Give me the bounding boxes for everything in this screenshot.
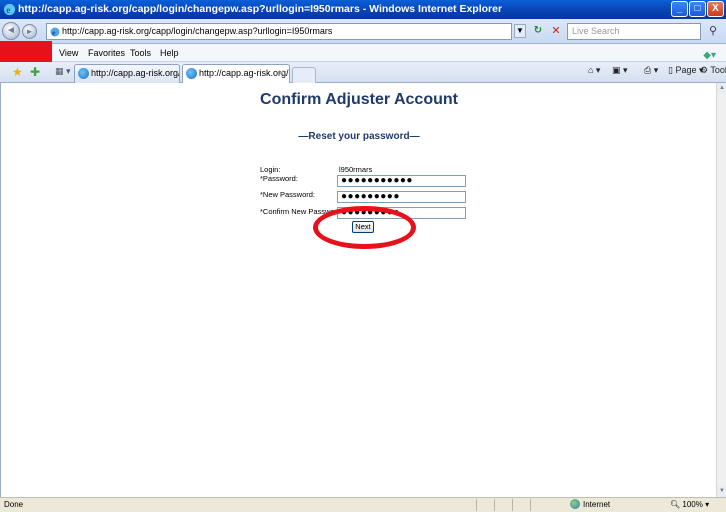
- tab-capp-changepw[interactable]: http://capp.ag-risk.org/c... ✕: [182, 64, 290, 84]
- address-dropdown-button[interactable]: ▼: [514, 24, 526, 38]
- home-icon[interactable]: ⌂ ▾: [588, 65, 600, 76]
- zone-label: Internet: [583, 500, 611, 509]
- globe-icon: [570, 499, 580, 509]
- page-menu-label: Page: [675, 65, 697, 75]
- page-icon: e: [50, 27, 60, 37]
- favorites-star-icon[interactable]: ★: [12, 65, 23, 79]
- new-password-label: *New Password:: [260, 190, 316, 199]
- ie-logo-icon: e: [3, 3, 16, 16]
- stop-icon: ✕: [551, 25, 561, 37]
- address-bar[interactable]: e http://capp.ag-risk.org/capp/login/cha…: [46, 23, 512, 40]
- status-divider: [530, 499, 544, 511]
- page-icon: [186, 68, 197, 79]
- menu-view[interactable]: View: [59, 44, 78, 62]
- zoom-level: 100%: [682, 500, 703, 509]
- search-icon: ⚲: [708, 25, 718, 37]
- status-bar: Done Internet 🔍︎ 100% ▾: [0, 497, 726, 512]
- security-zone[interactable]: Internet: [570, 498, 610, 512]
- tab-label: http://capp.ag-risk.org/capp/: [91, 68, 179, 78]
- page-icon: [78, 68, 89, 79]
- back-arrow-icon: ◄: [6, 25, 16, 36]
- password-field[interactable]: ●●●●●●●●●●●: [337, 175, 466, 187]
- address-toolbar: ◄ ► e http://capp.ag-risk.org/capp/login…: [0, 19, 726, 44]
- scroll-up-icon[interactable]: ▲: [717, 83, 726, 94]
- tools-menu[interactable]: ⚙ Tools: [700, 65, 726, 76]
- tab-capp-home[interactable]: http://capp.ag-risk.org/capp/: [74, 64, 180, 83]
- address-text: http://capp.ag-risk.org/capp/login/chang…: [62, 26, 333, 36]
- chevron-down-icon: ▼: [516, 26, 524, 35]
- quick-tabs-icon[interactable]: ▦ ▾: [55, 66, 71, 77]
- menu-tools[interactable]: Tools: [130, 44, 151, 62]
- svg-text:e: e: [52, 29, 56, 38]
- add-favorite-icon[interactable]: ✚: [30, 65, 40, 79]
- tab-label: http://capp.ag-risk.org/c...: [199, 68, 289, 78]
- tools-menu-label: Tools: [710, 65, 726, 75]
- svg-text:e: e: [6, 6, 10, 16]
- forward-button[interactable]: ►: [22, 24, 37, 39]
- zoom-icon: 🔍︎: [670, 500, 681, 509]
- close-tab-icon[interactable]: ✕: [277, 65, 285, 82]
- status-divider: [512, 499, 526, 511]
- search-input[interactable]: Live Search: [567, 23, 701, 40]
- minimize-button[interactable]: _: [671, 1, 688, 17]
- stop-button[interactable]: ✕: [549, 24, 563, 38]
- new-tab-button[interactable]: [292, 67, 316, 83]
- menu-bar: View Favorites Tools Help ◆▾: [0, 44, 726, 62]
- zoom-control[interactable]: 🔍︎ 100% ▾: [670, 498, 709, 512]
- search-button[interactable]: ⚲: [703, 23, 723, 40]
- login-label: Login:: [260, 165, 281, 174]
- menu-help[interactable]: Help: [160, 44, 179, 62]
- vertical-scrollbar[interactable]: ▲ ▼: [716, 83, 726, 497]
- menu-favorites[interactable]: Favorites: [88, 44, 125, 62]
- window-title: http://capp.ag-risk.org/capp/login/chang…: [18, 3, 503, 15]
- refresh-icon: ↻: [533, 25, 543, 36]
- title-bar: e http://capp.ag-risk.org/capp/login/cha…: [0, 0, 726, 19]
- page-content: Confirm Adjuster Account —Reset your pas…: [0, 83, 716, 497]
- scroll-down-icon[interactable]: ▼: [717, 486, 726, 497]
- page-title: Confirm Adjuster Account: [260, 91, 458, 108]
- new-password-field[interactable]: ●●●●●●●●●: [337, 191, 466, 203]
- status-text: Done: [4, 500, 24, 509]
- status-divider: [494, 499, 508, 511]
- close-button[interactable]: X: [707, 1, 724, 17]
- refresh-button[interactable]: ↻: [530, 24, 546, 38]
- back-button[interactable]: ◄: [2, 22, 20, 40]
- maximize-button[interactable]: □: [689, 1, 706, 17]
- highlight-circle: [313, 206, 416, 249]
- login-value: l950rmars: [339, 165, 373, 174]
- print-icon[interactable]: ⎙ ▾: [644, 65, 658, 76]
- status-divider: [476, 499, 490, 511]
- feeds-icon[interactable]: ▣ ▾: [612, 65, 628, 76]
- tab-bar: ★ ✚ ▦ ▾ http://capp.ag-risk.org/capp/ ht…: [0, 62, 726, 84]
- forward-arrow-icon: ►: [25, 27, 34, 36]
- page-subtitle: —Reset your password—: [298, 131, 420, 142]
- password-label: *Password:: [260, 174, 298, 183]
- browser-window: e http://capp.ag-risk.org/capp/login/cha…: [0, 0, 726, 512]
- page-menu[interactable]: ▯ Page ▾: [668, 65, 704, 76]
